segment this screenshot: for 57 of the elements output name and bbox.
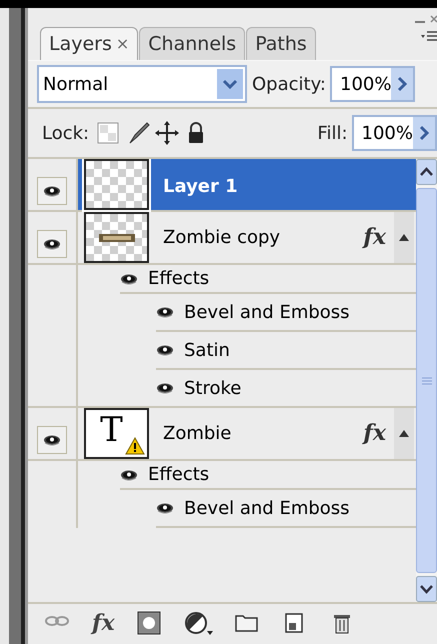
opacity-label: Opacity: bbox=[252, 72, 326, 96]
dropdown-chevron-icon[interactable] bbox=[217, 69, 243, 99]
triangle-up-icon bbox=[399, 234, 409, 241]
eye-icon[interactable] bbox=[156, 306, 174, 318]
type-layer-glyph: T bbox=[100, 409, 123, 452]
layer-row[interactable]: Layer 1 bbox=[28, 159, 416, 212]
eye-icon[interactable] bbox=[156, 344, 174, 356]
scroll-up-icon[interactable] bbox=[416, 159, 437, 185]
scrollbar[interactable] bbox=[416, 159, 437, 602]
effect-name: Stroke bbox=[184, 376, 242, 400]
eye-icon[interactable] bbox=[120, 468, 138, 480]
layer-thumbnail bbox=[84, 159, 149, 210]
half-circle-icon[interactable] bbox=[184, 611, 213, 635]
layer-row[interactable]: Zombie copy fx bbox=[28, 212, 416, 265]
eye-icon[interactable] bbox=[43, 238, 61, 250]
eye-icon[interactable] bbox=[156, 502, 174, 514]
eye-icon[interactable] bbox=[120, 272, 138, 284]
layer-name: Zombie copy bbox=[163, 226, 280, 250]
fill-field[interactable]: 100% bbox=[352, 115, 437, 151]
effect-name: Bevel and Emboss bbox=[184, 300, 350, 324]
effect-name: Effects bbox=[148, 463, 210, 487]
triangle-up-icon bbox=[399, 430, 409, 437]
visibility-toggle[interactable] bbox=[37, 230, 67, 258]
eye-icon[interactable] bbox=[43, 185, 61, 197]
opacity-field[interactable]: 100% bbox=[330, 66, 416, 102]
fill-label: Fill: bbox=[317, 122, 348, 146]
panel-tab[interactable]: Paths bbox=[246, 27, 316, 60]
panel-menu-icon[interactable] bbox=[421, 30, 437, 44]
layer-row[interactable]: T Zombie fx bbox=[28, 408, 416, 461]
layer-name: Layer 1 bbox=[163, 175, 238, 199]
lock-label: Lock: bbox=[42, 122, 90, 146]
effect-name: Bevel and Emboss bbox=[184, 496, 350, 520]
effect-name: Effects bbox=[148, 267, 210, 291]
fx-label: fx bbox=[363, 223, 386, 252]
lock-icon[interactable] bbox=[187, 122, 206, 144]
scroll-thumb-grip-icon[interactable] bbox=[422, 376, 432, 384]
collapse-effects-button[interactable] bbox=[394, 212, 414, 263]
visibility-toggle[interactable] bbox=[37, 177, 67, 205]
close-tab-button[interactable]: × bbox=[116, 32, 130, 56]
mask-icon[interactable] bbox=[136, 611, 163, 635]
move-icon[interactable] bbox=[155, 121, 180, 145]
visibility-toggle[interactable] bbox=[37, 426, 67, 454]
scroll-down-icon[interactable] bbox=[416, 576, 437, 602]
blend-mode-dropdown[interactable]: Normal bbox=[37, 65, 247, 103]
panel-tab[interactable]: Layers × bbox=[40, 27, 138, 60]
fx-label: fx bbox=[363, 419, 386, 448]
eye-icon[interactable] bbox=[156, 382, 174, 394]
text-art-drawing bbox=[98, 234, 134, 242]
collapse-effects-button[interactable] bbox=[394, 408, 414, 459]
layer-name: Zombie bbox=[163, 422, 232, 446]
effect-name: Satin bbox=[184, 338, 230, 362]
panel-tab[interactable]: Channels bbox=[139, 27, 246, 60]
brush-icon[interactable] bbox=[127, 121, 152, 145]
effects-button[interactable]: fx bbox=[92, 612, 115, 634]
eye-icon[interactable] bbox=[43, 434, 61, 446]
lock-transparency-icon[interactable] bbox=[97, 122, 120, 144]
warning-icon bbox=[125, 437, 145, 455]
